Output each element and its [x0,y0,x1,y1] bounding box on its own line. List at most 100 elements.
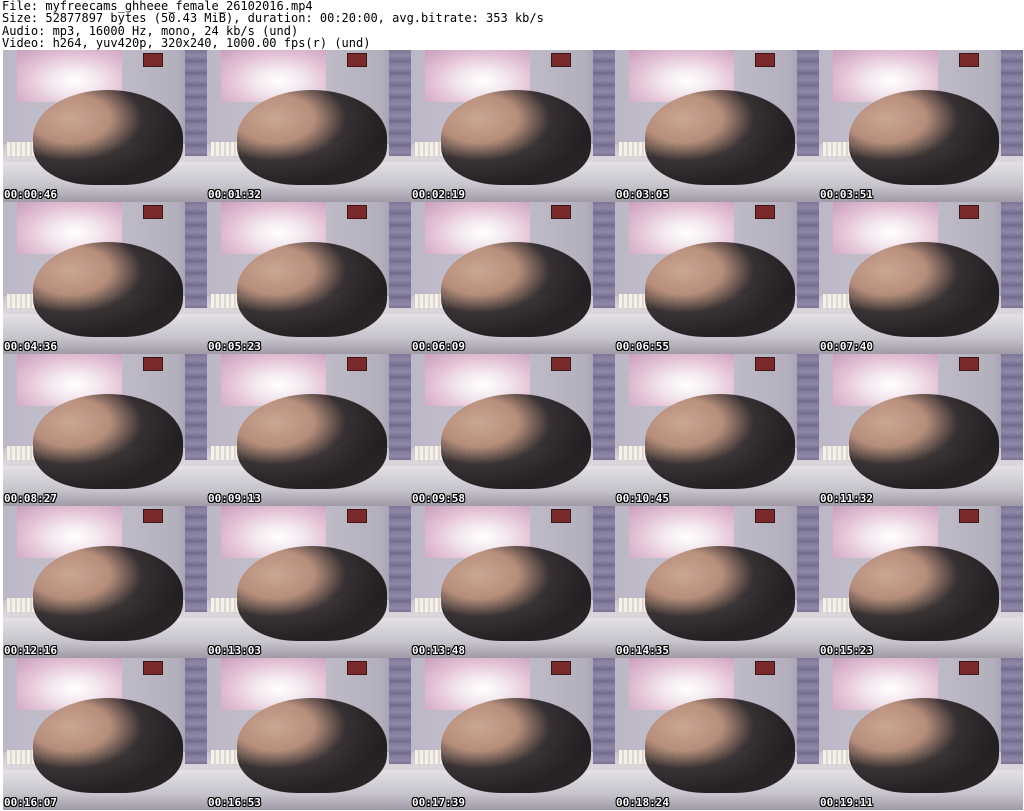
wall-sign [551,661,571,675]
person-figure [441,242,591,337]
curtain [593,202,615,309]
thumbnail-frame: 00:12:16 [3,506,207,658]
person-figure [237,90,387,185]
wall-sign [143,357,163,371]
thumbnail-grid: 00:00:46 00:01:32 00:02:19 00:03:05 00:03:51… [0,50,1024,811]
curtain [797,354,819,461]
person-figure [237,242,387,337]
thumbnail-timestamp: 00:17:39 [412,796,465,809]
person-figure [849,242,999,337]
thumbnail-timestamp: 00:09:58 [412,492,465,505]
wall-sign [347,205,367,219]
curtain [1001,506,1023,613]
person-figure [33,394,183,489]
curtain [797,50,819,157]
wall-sign [347,357,367,371]
curtain [593,354,615,461]
thumbnail-frame: 00:09:13 [207,354,411,506]
curtain [389,202,411,309]
thumbnail-frame: 00:07:40 [819,202,1023,354]
person-figure [849,546,999,641]
thumbnail-timestamp: 00:12:16 [4,644,57,657]
thumbnail-frame: 00:18:24 [615,658,819,810]
thumbnail-frame: 00:13:48 [411,506,615,658]
file-info-header: File: myfreecams_ghheee_female_26102016.… [2,0,1022,50]
thumbnail-timestamp: 00:04:36 [4,340,57,353]
wall-sign [143,205,163,219]
person-figure [645,90,795,185]
thumbnail-frame: 00:16:53 [207,658,411,810]
thumbnail-timestamp: 00:13:48 [412,644,465,657]
thumbnail-timestamp: 00:06:09 [412,340,465,353]
thumbnail-frame: 00:04:36 [3,202,207,354]
wall-sign [347,509,367,523]
wall-sign [143,53,163,67]
thumbnail-frame: 00:00:46 [3,50,207,202]
wall-sign [551,205,571,219]
wall-sign [959,53,979,67]
thumbnail-frame: 00:11:32 [819,354,1023,506]
wall-sign [959,509,979,523]
person-figure [645,698,795,793]
curtain [593,50,615,157]
person-figure [33,90,183,185]
person-figure [237,698,387,793]
curtain [389,50,411,157]
curtain [593,506,615,613]
thumbnail-frame: 00:06:09 [411,202,615,354]
person-figure [441,698,591,793]
curtain [389,354,411,461]
thumbnail-frame: 00:03:05 [615,50,819,202]
curtain [185,658,207,765]
wall-sign [755,357,775,371]
curtain [797,506,819,613]
person-figure [237,546,387,641]
thumbnail-timestamp: 00:11:32 [820,492,873,505]
thumbnail-timestamp: 00:05:23 [208,340,261,353]
person-figure [441,90,591,185]
thumbnail-timestamp: 00:09:13 [208,492,261,505]
curtain [185,50,207,157]
person-figure [441,546,591,641]
curtain [1001,202,1023,309]
thumbnail-timestamp: 00:03:51 [820,188,873,201]
wall-sign [143,509,163,523]
thumbnail-frame: 00:15:23 [819,506,1023,658]
curtain [185,202,207,309]
person-figure [237,394,387,489]
wall-sign [755,53,775,67]
person-figure [849,698,999,793]
curtain [797,202,819,309]
curtain [1001,658,1023,765]
wall-sign [755,661,775,675]
thumbnail-frame: 00:13:03 [207,506,411,658]
person-figure [849,90,999,185]
file-size-line: Size: 52877897 bytes (50.43 MiB), durati… [2,11,544,26]
wall-sign [755,509,775,523]
wall-sign [551,509,571,523]
curtain [389,658,411,765]
wall-sign [755,205,775,219]
thumbnail-frame: 00:16:07 [3,658,207,810]
person-figure [33,242,183,337]
wall-sign [347,53,367,67]
thumbnail-timestamp: 00:16:07 [4,796,57,809]
curtain [797,658,819,765]
thumbnail-frame: 00:17:39 [411,658,615,810]
thumbnail-frame: 00:02:19 [411,50,615,202]
wall-sign [143,661,163,675]
curtain [1001,50,1023,157]
curtain [593,658,615,765]
person-figure [849,394,999,489]
wall-sign [347,661,367,675]
person-figure [33,698,183,793]
thumbnail-frame: 00:01:32 [207,50,411,202]
thumbnail-timestamp: 00:16:53 [208,796,261,809]
wall-sign [959,205,979,219]
thumbnail-frame: 00:14:35 [615,506,819,658]
curtain [185,354,207,461]
thumbnail-timestamp: 00:08:27 [4,492,57,505]
thumbnail-frame: 00:06:55 [615,202,819,354]
person-figure [645,546,795,641]
thumbnail-timestamp: 00:10:45 [616,492,669,505]
